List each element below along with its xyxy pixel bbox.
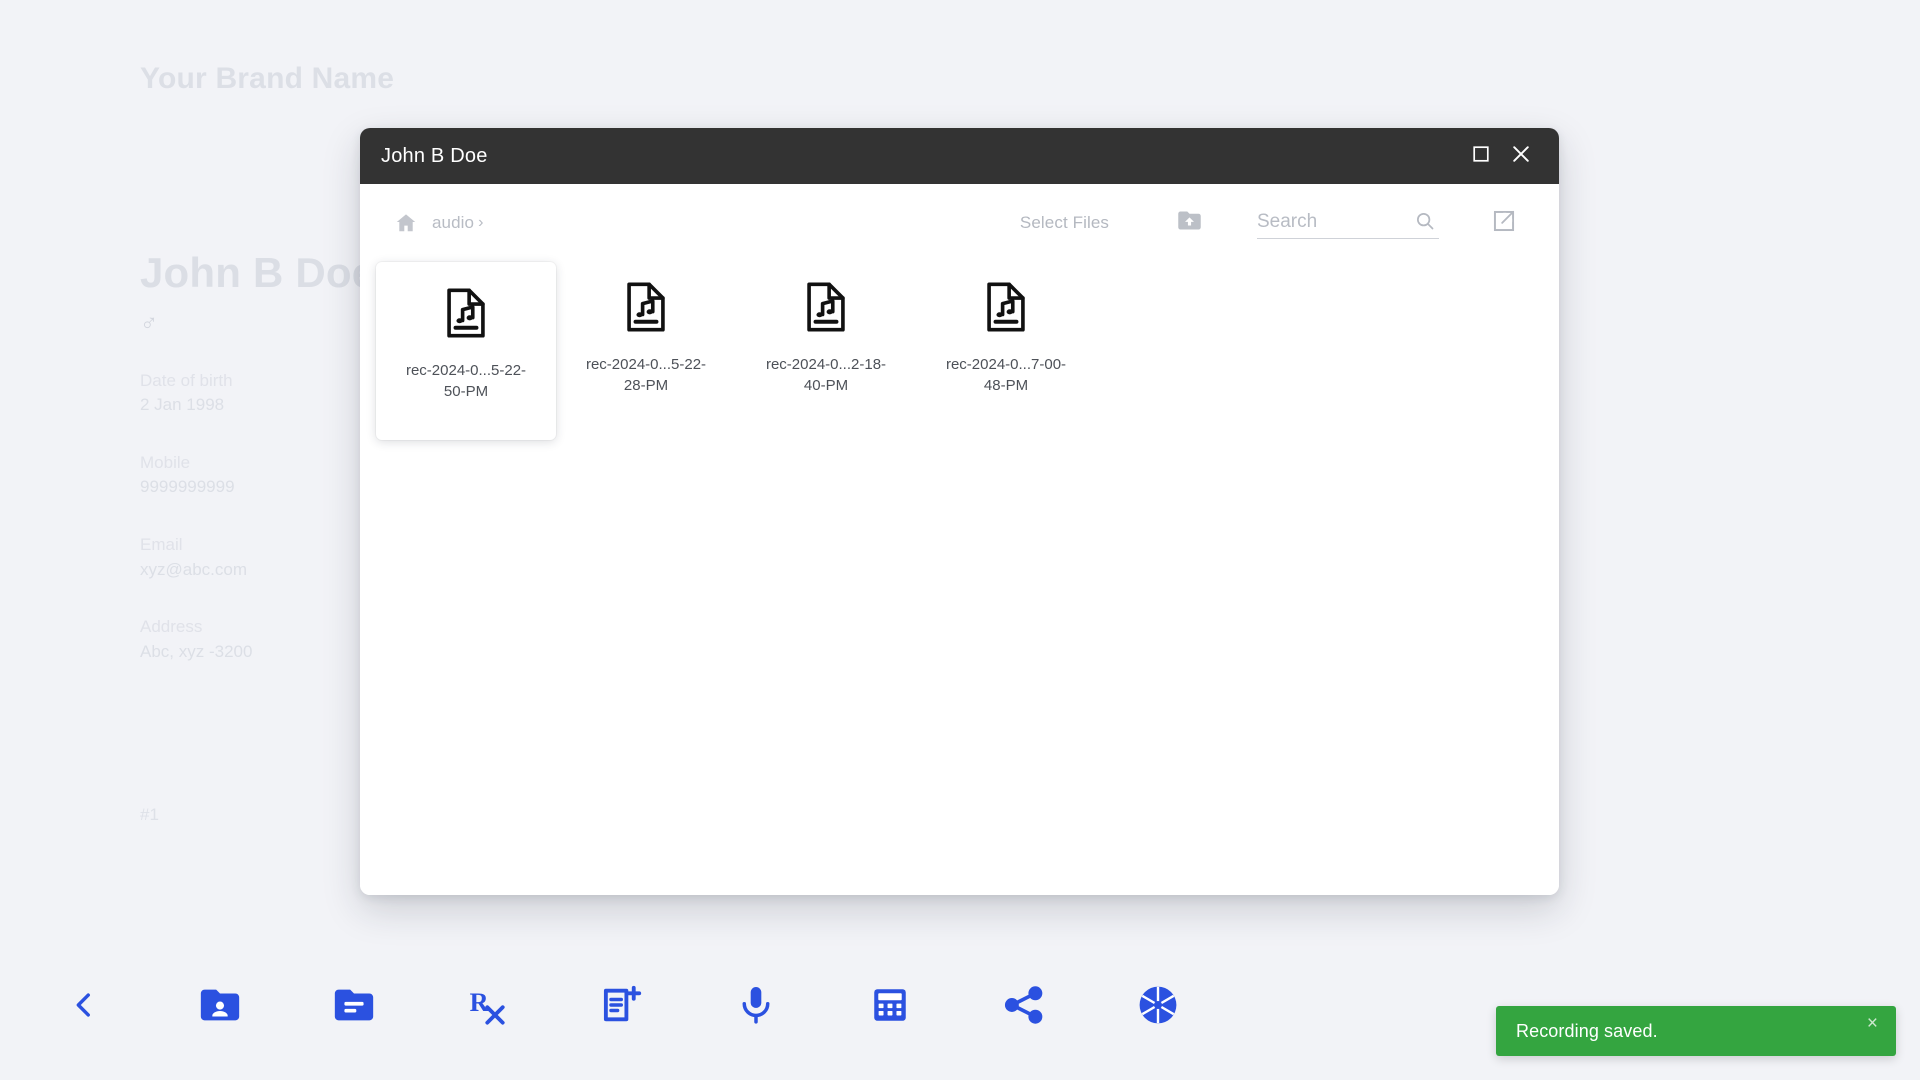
toast-message: Recording saved.: [1516, 1020, 1658, 1041]
bottom-toolbar: R: [0, 930, 1300, 1080]
select-files-button[interactable]: Select Files: [1020, 213, 1109, 233]
search-icon[interactable]: [1411, 207, 1439, 235]
breadcrumb-label: audio: [432, 213, 475, 232]
file-item[interactable]: rec-2024-0...5-22-28-PM: [556, 262, 736, 440]
record-id: #1: [140, 805, 159, 824]
audio-file-icon: [797, 278, 855, 341]
add-note-button[interactable]: [580, 963, 664, 1047]
maximize-button[interactable]: [1461, 136, 1501, 176]
open-in-new-button[interactable]: [1483, 202, 1525, 244]
records-folder-button[interactable]: [312, 963, 396, 1047]
upload-button[interactable]: [1169, 203, 1209, 243]
share-button[interactable]: [982, 963, 1066, 1047]
drive-folder-upload-icon: [1176, 207, 1203, 239]
audio-file-icon: [437, 284, 495, 347]
home-icon[interactable]: [394, 211, 418, 235]
svg-text:R: R: [470, 988, 490, 1017]
file-manager-dialog: John B Doe audio › Select Files Search r…: [360, 128, 1559, 895]
toast-close-button[interactable]: ×: [1867, 1014, 1878, 1033]
file-name: rec-2024-0...5-22-28-PM: [585, 356, 707, 394]
folder-shared-icon: [197, 982, 243, 1028]
brand-name: Your Brand Name: [140, 62, 395, 95]
search-field-wrapper: [1257, 207, 1439, 239]
file-name: rec-2024-0...2-18-40-PM: [765, 356, 887, 394]
microphone-icon: [734, 983, 778, 1027]
patient-folder-button[interactable]: [178, 963, 262, 1047]
close-button[interactable]: [1501, 136, 1541, 176]
file-item[interactable]: rec-2024-0...7-00-48-PM: [916, 262, 1096, 440]
file-name: rec-2024-0...5-22-50-PM: [405, 362, 527, 400]
audio-file-icon: [617, 278, 675, 341]
breadcrumb-audio[interactable]: audio ›: [432, 213, 483, 233]
camera-button[interactable]: [1116, 963, 1200, 1047]
maximize-icon: [1472, 145, 1490, 168]
file-grid: rec-2024-0...5-22-50-PM rec-2024-0...5-2…: [360, 262, 1559, 441]
share-icon: [1002, 983, 1046, 1027]
record-audio-button[interactable]: [714, 963, 798, 1047]
chevron-left-icon: [67, 988, 101, 1022]
back-button[interactable]: [42, 963, 126, 1047]
breadcrumb: audio ›: [380, 211, 483, 235]
file-name: rec-2024-0...7-00-48-PM: [945, 356, 1067, 394]
dialog-titlebar: John B Doe: [360, 128, 1559, 184]
note-add-icon: [600, 983, 644, 1027]
toast-notification: Recording saved. ×: [1496, 1006, 1896, 1056]
camera-aperture-icon: [1135, 982, 1181, 1028]
dialog-title: John B Doe: [381, 144, 488, 167]
rx-icon: R: [467, 984, 509, 1026]
calculator-icon: [869, 984, 911, 1026]
dialog-body: audio › Select Files Search rec-2024-0..…: [360, 184, 1559, 895]
file-manager-toolbar: audio › Select Files: [360, 184, 1559, 262]
file-item[interactable]: rec-2024-0...2-18-40-PM: [736, 262, 916, 440]
audio-file-icon: [977, 278, 1035, 341]
close-icon: [1510, 143, 1532, 170]
open-in-new-icon: [1491, 208, 1517, 239]
file-item[interactable]: rec-2024-0...5-22-50-PM: [376, 262, 556, 441]
prescription-button[interactable]: R: [446, 963, 530, 1047]
folder-notes-icon: [331, 982, 377, 1028]
calculator-button[interactable]: [848, 963, 932, 1047]
chevron-right-icon: ›: [478, 214, 484, 231]
search-input[interactable]: [1257, 211, 1407, 233]
